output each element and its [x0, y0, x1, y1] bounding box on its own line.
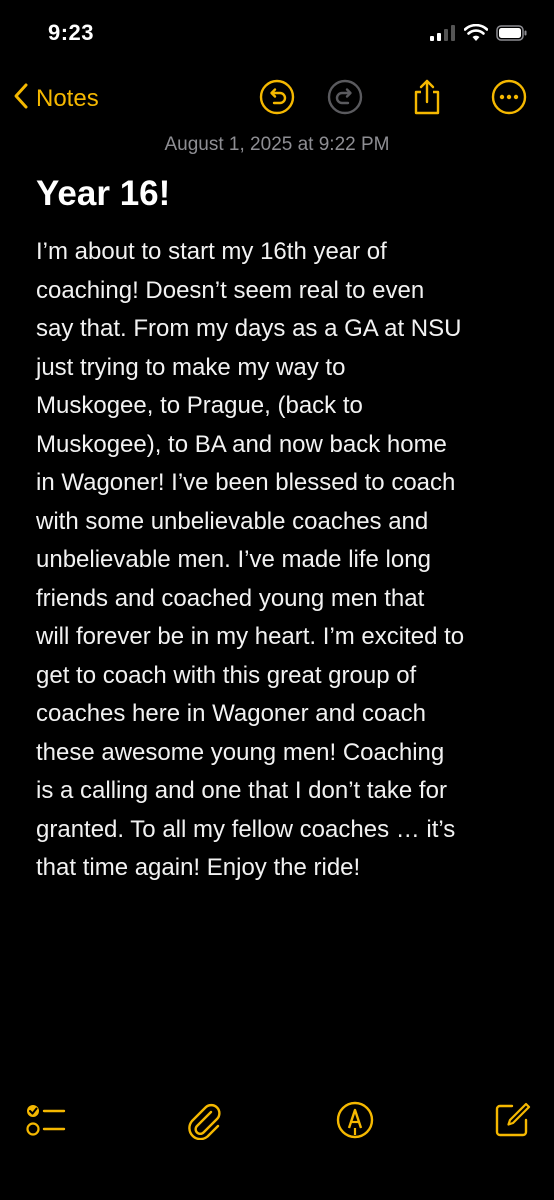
- checklist-button[interactable]: [24, 1100, 68, 1144]
- markup-pen-icon: [335, 1100, 375, 1145]
- note-body-line: friends and coached young men that: [36, 584, 425, 612]
- note-body-line: I’m about to start my 16th year of: [36, 238, 387, 265]
- bottom-toolbar: [0, 1070, 554, 1200]
- redo-icon: [327, 79, 363, 120]
- nav-bar: Notes: [0, 75, 554, 125]
- note-body-line: in Wagoner! I’ve been blessed to coach: [36, 469, 456, 496]
- battery-icon: [496, 25, 528, 46]
- note-body-line: coaching! Doesn’t seem real to even: [36, 276, 425, 304]
- note-body-line: Muskogee), to BA and now back home: [36, 430, 447, 458]
- note-body-line: will forever be in my heart. I’m excited…: [36, 623, 465, 650]
- cellular-signal-icon: [430, 25, 456, 46]
- note-body-line: granted. To all my fellow coaches … it’s: [36, 815, 456, 843]
- more-icon: [491, 79, 527, 120]
- note-body-line: unbelievable men. I’ve made life long: [36, 546, 431, 573]
- compose-icon: [492, 1100, 532, 1145]
- status-bar: 9:23: [0, 0, 554, 70]
- back-label: Notes: [36, 84, 99, 112]
- note-title[interactable]: Year 16!: [36, 174, 534, 214]
- share-icon: [410, 78, 444, 121]
- undo-button[interactable]: [257, 79, 297, 119]
- undo-icon: [259, 79, 295, 120]
- markup-button[interactable]: [333, 1100, 377, 1144]
- note-body-line: say that. From my days as a GA at NSU: [36, 315, 462, 342]
- status-time: 9:23: [48, 20, 95, 45]
- note-body-line: is a calling and one that I don’t take f…: [36, 777, 447, 804]
- note-body-line: with some unbelievable coaches and: [36, 507, 429, 535]
- note-body-line: get to coach with this great group of: [36, 661, 417, 689]
- note-body-line: coaches here in Wagoner and coach: [36, 700, 427, 727]
- note-body-line: that time again! Enjoy the ride!: [36, 854, 361, 881]
- wifi-icon: [463, 23, 489, 47]
- chevron-left-icon: [12, 81, 30, 116]
- note-body[interactable]: I’m about to start my 16th year of coachi…: [36, 233, 530, 888]
- note-body-line: these awesome young men! Coaching: [36, 738, 445, 766]
- note-body-line: just trying to make my way to: [36, 353, 346, 381]
- paperclip-icon: [184, 1100, 224, 1145]
- note-date: August 1, 2025 at 9:22 PM: [164, 134, 390, 155]
- compose-button[interactable]: [490, 1100, 534, 1144]
- note-body-line: Muskogee, to Prague, (back to: [36, 392, 363, 419]
- checklist-icon: [25, 1102, 67, 1143]
- more-button[interactable]: [489, 79, 529, 119]
- status-icons: [430, 23, 528, 47]
- share-button[interactable]: [407, 79, 447, 119]
- attachment-button[interactable]: [182, 1100, 226, 1144]
- back-button[interactable]: Notes: [12, 81, 99, 116]
- redo-button[interactable]: [325, 79, 365, 119]
